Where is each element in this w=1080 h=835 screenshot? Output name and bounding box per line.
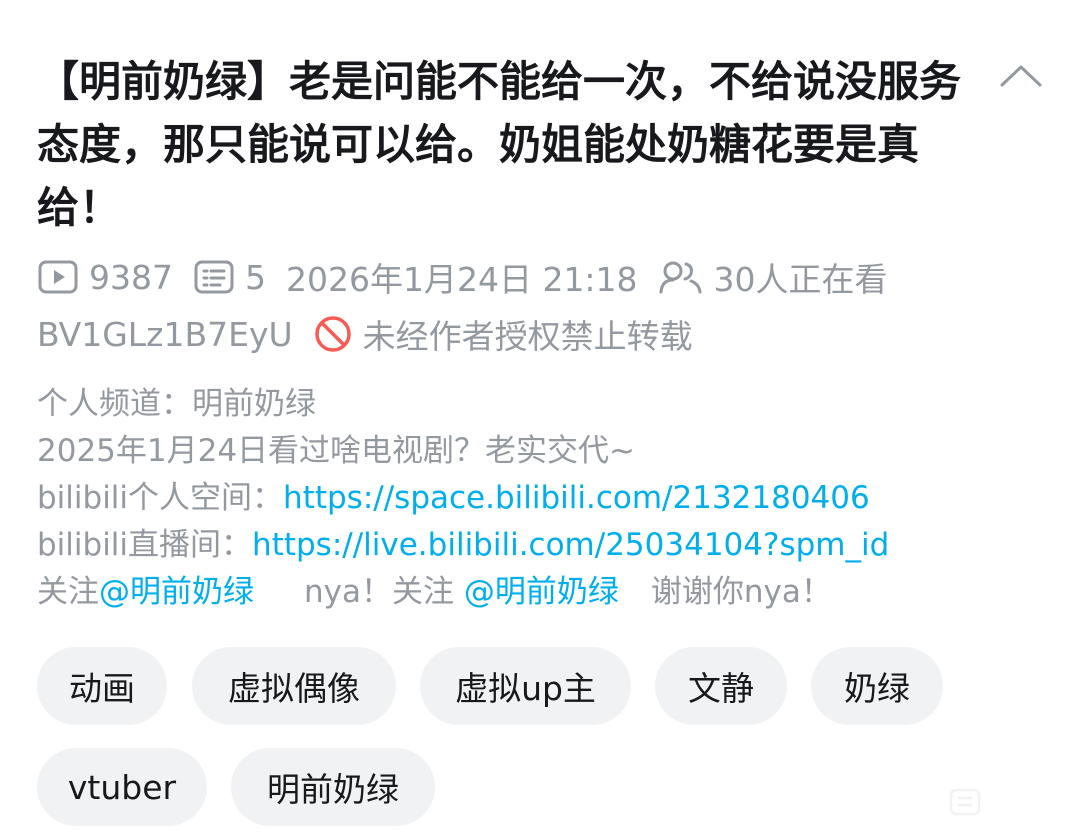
tag-chip[interactable]: vtuber	[37, 748, 207, 826]
live-link-line: bilibili直播间：https://live.bilibili.com/25…	[37, 522, 1047, 569]
space-label: bilibili个人空间：	[37, 480, 284, 516]
no-repost-notice: 未经作者授权禁止转载	[362, 317, 693, 356]
collapse-button[interactable]	[996, 55, 1046, 95]
follow-prefix: 关注	[37, 574, 99, 610]
mention-link[interactable]: @明前奶绿	[99, 574, 254, 610]
danmaku-icon	[193, 259, 235, 295]
play-count-icon	[37, 259, 79, 295]
video-stats-row: 9387 5 2026年1月24日 21:18 30人正在看	[37, 256, 888, 299]
viewers-icon	[658, 259, 704, 295]
tag-chip[interactable]: 明前奶绿	[231, 748, 435, 826]
tag-chip[interactable]: 文静	[655, 647, 787, 725]
tag-chip[interactable]: 动画	[37, 647, 167, 725]
space-link-line: bilibili个人空间：https://space.bilibili.com/…	[37, 475, 1047, 522]
live-label: bilibili直播间：	[37, 527, 253, 563]
watermark-icon	[948, 785, 982, 819]
forbidden-icon	[313, 314, 353, 354]
video-title: 【明前奶绿】老是问能不能给一次，不给说没服务态度，那只能说可以给。奶姐能处奶糖花…	[37, 57, 962, 232]
mention-link[interactable]: @明前奶绿	[464, 574, 619, 610]
play-count: 9387	[89, 257, 173, 297]
video-description: 个人频道：明前奶绿 2025年1月24日看过啥电视剧？老实交代~ bilibil…	[37, 381, 1047, 616]
space-link[interactable]: https://space.bilibili.com/2132180406	[283, 480, 870, 516]
tag-chip[interactable]: 奶绿	[811, 647, 943, 725]
watching-count: 30人正在看	[713, 260, 888, 299]
comment-count: 5	[244, 257, 266, 297]
video-id-row: BV1GLz1B7EyU 未经作者授权禁止转载	[37, 313, 693, 357]
description-line: 2025年1月24日看过啥电视剧？老实交代~	[37, 433, 636, 469]
follow-middle: nya！关注	[304, 574, 464, 610]
tag-chip[interactable]: 虚拟up主	[420, 647, 631, 725]
description-line: 个人频道：明前奶绿	[37, 386, 316, 422]
tag-chip[interactable]: 虚拟偶像	[192, 647, 396, 725]
live-link[interactable]: https://live.bilibili.com/25034104?spm_i…	[252, 527, 889, 563]
follow-line: 关注@明前奶绿 nya！关注 @明前奶绿 谢谢你nya！	[37, 569, 1047, 616]
publish-datetime: 2026年1月24日 21:18	[285, 260, 638, 299]
chevron-up-icon	[1000, 65, 1042, 87]
follow-suffix: 谢谢你nya！	[650, 574, 832, 610]
bvid[interactable]: BV1GLz1B7EyU	[37, 315, 293, 354]
